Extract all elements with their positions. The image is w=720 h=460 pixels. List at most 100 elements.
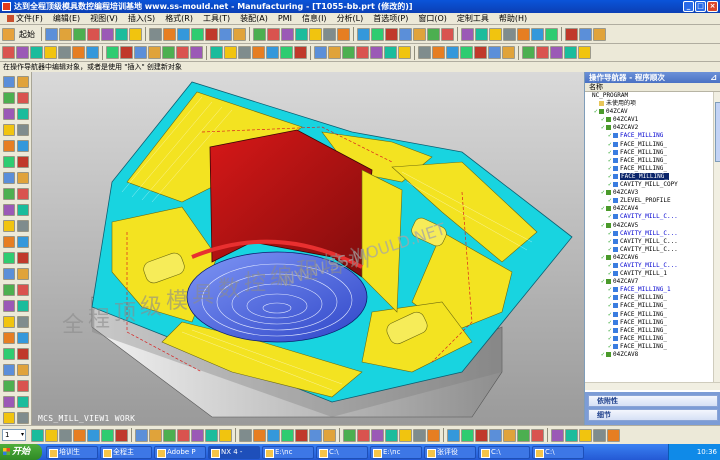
toolbar-tool-icon[interactable] <box>337 27 350 41</box>
toolbar-tool-icon[interactable] <box>323 27 336 41</box>
resource-tool-icon[interactable] <box>17 172 29 184</box>
menu-edit[interactable]: 编辑(E) <box>48 13 85 24</box>
resource-tool-icon[interactable] <box>17 316 29 328</box>
toolbar-tool-icon[interactable] <box>441 27 454 41</box>
tree-row[interactable]: ✓ FACE_MILLING_ <box>585 327 713 335</box>
toolbar-tool-icon[interactable] <box>517 428 530 442</box>
menu-insert[interactable]: 插入(S) <box>123 13 160 24</box>
toolbar-tool-icon[interactable] <box>224 46 237 59</box>
navigator-hscroll[interactable] <box>585 382 720 390</box>
toolbar-tool-icon[interactable] <box>2 46 15 59</box>
tree-row[interactable]: ✓ FACE_MILLING_ <box>585 335 713 343</box>
toolbar-tool-icon[interactable] <box>219 27 232 41</box>
taskbar-task-button[interactable]: C:\ <box>532 445 584 459</box>
toolbar-tool-icon[interactable] <box>239 428 252 442</box>
resource-tool-icon[interactable] <box>3 252 15 264</box>
toolbar-tool-icon[interactable] <box>531 428 544 442</box>
start-menu-button[interactable]: 起始 <box>19 29 35 40</box>
tree-row[interactable]: ✓ FACE_MILLING_ <box>585 294 713 302</box>
scroll-thumb[interactable] <box>715 102 720 162</box>
toolbar-tool-icon[interactable] <box>30 46 43 59</box>
resource-tool-icon[interactable] <box>17 108 29 120</box>
tree-row[interactable]: ✓ CAVITY_MILL_C... <box>585 262 713 270</box>
toolbar-tool-icon[interactable] <box>58 46 71 59</box>
toolbar-tool-icon[interactable] <box>502 46 515 59</box>
toolbar-tool-icon[interactable] <box>399 27 412 41</box>
toolbar-tool-icon[interactable] <box>578 46 591 59</box>
resource-tool-icon[interactable] <box>3 348 15 360</box>
toolbar-tool-icon[interactable] <box>531 27 544 41</box>
toolbar-tool-icon[interactable] <box>72 46 85 59</box>
toolbar-tool-icon[interactable] <box>295 27 308 41</box>
toolbar-tool-icon[interactable] <box>427 27 440 41</box>
toolbar-tool-icon[interactable] <box>267 27 280 41</box>
toolbar-tool-icon[interactable] <box>356 46 369 59</box>
tree-row[interactable]: ✓ 04ZCAV7 <box>585 278 713 286</box>
tree-row[interactable]: ✓ 04ZCAV4 <box>585 205 713 213</box>
toolbar-tool-icon[interactable] <box>522 46 535 59</box>
toolbar-tool-icon[interactable] <box>177 428 190 442</box>
taskbar-task-button[interactable]: 全程主 <box>100 445 152 459</box>
resource-tool-icon[interactable] <box>3 236 15 248</box>
tree-row[interactable]: ✓ 04ZCAV6 <box>585 254 713 262</box>
toolbar-tool-icon[interactable] <box>579 27 592 41</box>
toolbar-tool-icon[interactable] <box>593 428 606 442</box>
resource-tool-icon[interactable] <box>3 284 15 296</box>
navigator-column-header[interactable]: 名称 <box>585 83 720 92</box>
tree-row[interactable]: 未使用的项 <box>585 100 713 108</box>
selection-filter-dropdown[interactable]: 1 <box>2 429 26 441</box>
tree-row[interactable]: ✓ FACE_MILLING_ <box>585 165 713 173</box>
toolbar-tool-icon[interactable] <box>101 27 114 41</box>
toolbar-tool-icon[interactable] <box>162 46 175 59</box>
start-icon[interactable] <box>2 27 15 41</box>
toolbar-tool-icon[interactable] <box>210 46 223 59</box>
toolbar-tool-icon[interactable] <box>73 27 86 41</box>
toolbar-tool-icon[interactable] <box>129 27 142 41</box>
taskbar-task-button[interactable]: NX 4 - <box>208 445 260 459</box>
resource-tool-icon[interactable] <box>17 188 29 200</box>
toolbar-tool-icon[interactable] <box>281 27 294 41</box>
toolbar-tool-icon[interactable] <box>370 46 383 59</box>
menu-help[interactable]: 帮助(H) <box>494 13 532 24</box>
tree-row[interactable]: ✓ CAVITY_MILL_C... <box>585 230 713 238</box>
toolbar-tool-icon[interactable] <box>545 27 558 41</box>
toolbar-tool-icon[interactable] <box>607 428 620 442</box>
toolbar-tool-icon[interactable] <box>87 428 100 442</box>
tree-row[interactable]: NC_PROGRAM <box>585 92 713 100</box>
tree-row[interactable]: ✓ 04ZCAV2 <box>585 124 713 132</box>
toolbar-tool-icon[interactable] <box>309 27 322 41</box>
toolbar-tool-icon[interactable] <box>551 428 564 442</box>
toolbar-tool-icon[interactable] <box>253 27 266 41</box>
toolbar-tool-icon[interactable] <box>579 428 592 442</box>
toolbar-tool-icon[interactable] <box>191 428 204 442</box>
resource-tool-icon[interactable] <box>3 364 15 376</box>
menu-tools[interactable]: 工具(T) <box>198 13 235 24</box>
toolbar-tool-icon[interactable] <box>148 46 161 59</box>
tree-row[interactable]: ✓ FACE_MILLING_ <box>585 141 713 149</box>
taskbar-task-button[interactable]: 张评役 <box>424 445 476 459</box>
tree-row[interactable]: ✓ CAVITY_MILL_COPY <box>585 181 713 189</box>
menu-assemblies[interactable]: 装配(A) <box>235 13 273 24</box>
taskbar-task-button[interactable]: 培训生 <box>46 445 98 459</box>
toolbar-tool-icon[interactable] <box>489 27 502 41</box>
resource-tool-icon[interactable] <box>3 396 15 408</box>
toolbar-tool-icon[interactable] <box>474 46 487 59</box>
toolbar-tool-icon[interactable] <box>489 428 502 442</box>
toolbar-tool-icon[interactable] <box>342 46 355 59</box>
toolbar-tool-icon[interactable] <box>205 27 218 41</box>
toolbar-tool-icon[interactable] <box>343 428 356 442</box>
toolbar-tool-icon[interactable] <box>45 27 58 41</box>
toolbar-tool-icon[interactable] <box>120 46 133 59</box>
start-button[interactable]: 开始 <box>0 444 42 460</box>
toolbar-tool-icon[interactable] <box>149 27 162 41</box>
resource-tool-icon[interactable] <box>17 396 29 408</box>
resource-tool-icon[interactable] <box>3 92 15 104</box>
toolbar-tool-icon[interactable] <box>115 27 128 41</box>
toolbar-tool-icon[interactable] <box>115 428 128 442</box>
tree-row[interactable]: ✓ FACE_MILLING_ <box>585 311 713 319</box>
resource-tool-icon[interactable] <box>3 300 15 312</box>
toolbar-tool-icon[interactable] <box>385 428 398 442</box>
toolbar-tool-icon[interactable] <box>328 46 341 59</box>
resource-tool-icon[interactable] <box>17 412 29 424</box>
toolbar-tool-icon[interactable] <box>280 46 293 59</box>
